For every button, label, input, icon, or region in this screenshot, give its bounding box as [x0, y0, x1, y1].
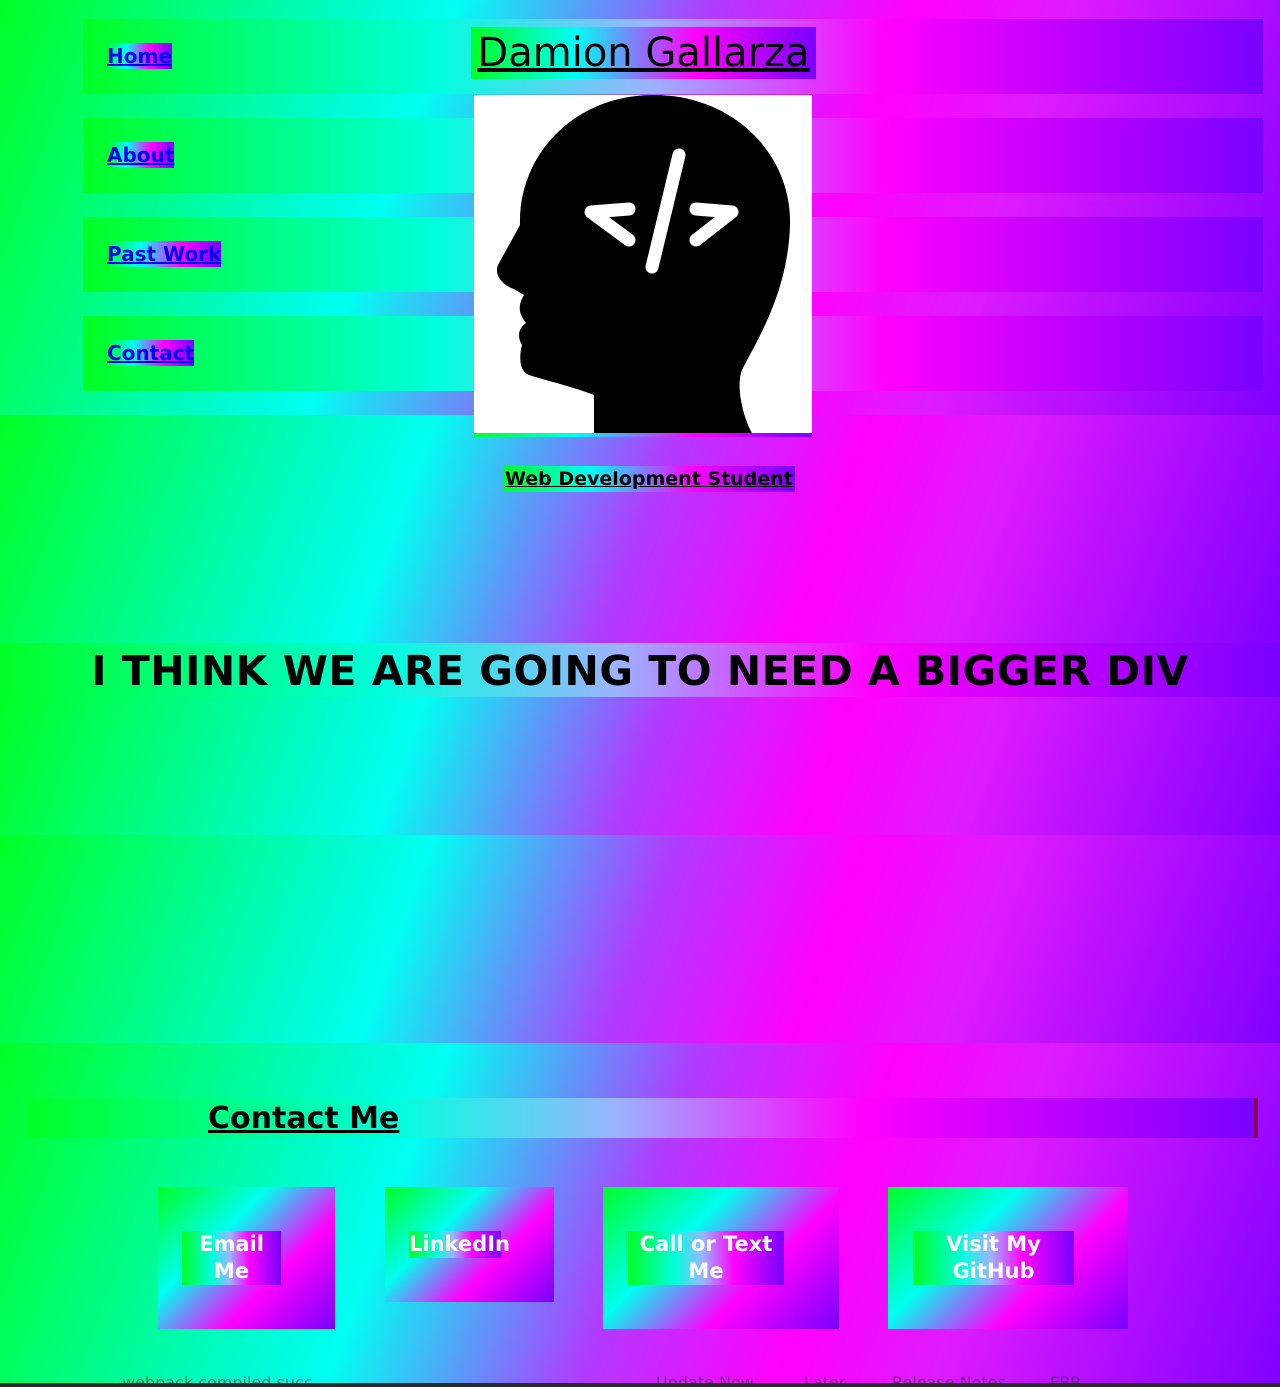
github-card[interactable]: Visit My GitHub [888, 1187, 1128, 1329]
contact-heading: Contact Me [208, 1101, 400, 1136]
call-text-button[interactable]: Call or Text Me [628, 1231, 784, 1285]
about-section [0, 415, 1280, 643]
email-card[interactable]: Email Me [158, 1187, 335, 1329]
nav-link-home[interactable]: Home [107, 43, 172, 69]
linkedin-card[interactable]: LinkedIn [385, 1187, 554, 1302]
email-button[interactable]: Email Me [182, 1231, 281, 1285]
bottom-strip [0, 1383, 1280, 1387]
site-title: Damion Gallarza [471, 27, 816, 79]
subtitle: Web Development Student [503, 466, 795, 492]
work-section [0, 697, 1280, 835]
nav-link-about[interactable]: About [107, 142, 175, 168]
github-button[interactable]: Visit My GitHub [913, 1231, 1074, 1285]
profile-image-border [474, 433, 812, 437]
profile-image [474, 95, 812, 433]
phone-card[interactable]: Call or Text Me [603, 1187, 839, 1329]
work-section-lower [0, 835, 1280, 1043]
nav-link-contact[interactable]: Contact [107, 340, 195, 366]
nav-link-past-work[interactable]: Past Work [107, 241, 222, 267]
head-code-icon [496, 95, 791, 433]
linkedin-button[interactable]: LinkedIn [409, 1231, 510, 1258]
banner-heading: I THINK WE ARE GOING TO NEED A BIGGER DI… [91, 647, 1189, 695]
banner-section: I THINK WE ARE GOING TO NEED A BIGGER DI… [0, 643, 1280, 697]
